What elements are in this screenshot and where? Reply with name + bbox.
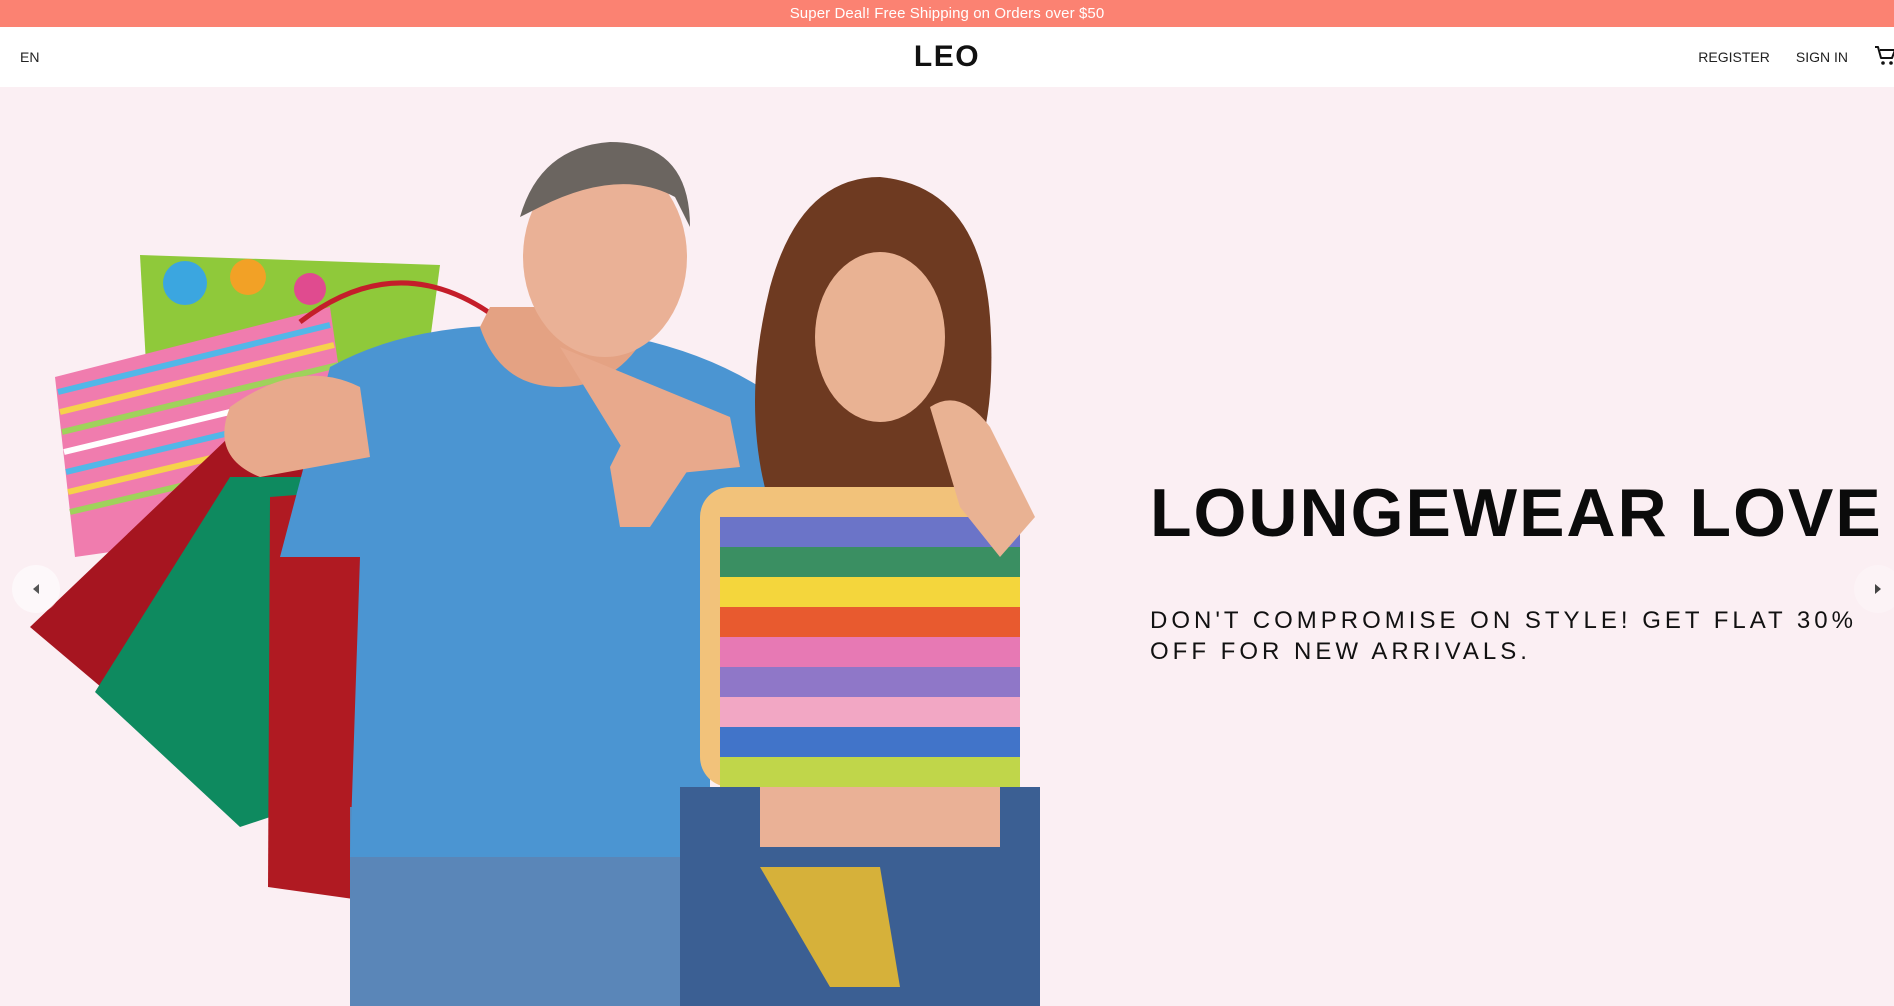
announcement-bar: Super Deal! Free Shipping on Orders over… bbox=[0, 0, 1894, 27]
register-link[interactable]: REGISTER bbox=[1698, 49, 1770, 65]
hero-title: LOUNGEWEAR LOVE bbox=[1150, 475, 1883, 551]
chevron-left-icon bbox=[33, 584, 39, 594]
cart-icon bbox=[1875, 45, 1894, 65]
woman-figure bbox=[680, 177, 1040, 1006]
carousel-prev-button[interactable] bbox=[12, 565, 60, 613]
language-selector[interactable]: EN bbox=[20, 27, 39, 87]
hero-carousel: LOUNGEWEAR LOVE DON'T COMPROMISE ON STYL… bbox=[0, 87, 1894, 1006]
account-links: REGISTER SIGN IN bbox=[1698, 27, 1894, 87]
hero-subtitle: DON'T COMPROMISE ON STYLE! GET FLAT 30% … bbox=[1150, 607, 1857, 665]
hero-image bbox=[30, 142, 1040, 1006]
site-logo[interactable]: LEO bbox=[914, 40, 980, 74]
sign-in-link[interactable]: SIGN IN bbox=[1796, 49, 1848, 65]
announcement-text: Super Deal! Free Shipping on Orders over… bbox=[789, 5, 1105, 22]
language-label: EN bbox=[20, 49, 40, 65]
cart-button[interactable] bbox=[1874, 44, 1894, 71]
carousel-next-button[interactable] bbox=[1854, 565, 1894, 613]
top-navigation: EN LEO REGISTER SIGN IN bbox=[0, 27, 1894, 87]
logo-container: LEO bbox=[0, 27, 1894, 87]
chevron-right-icon bbox=[1875, 584, 1881, 594]
